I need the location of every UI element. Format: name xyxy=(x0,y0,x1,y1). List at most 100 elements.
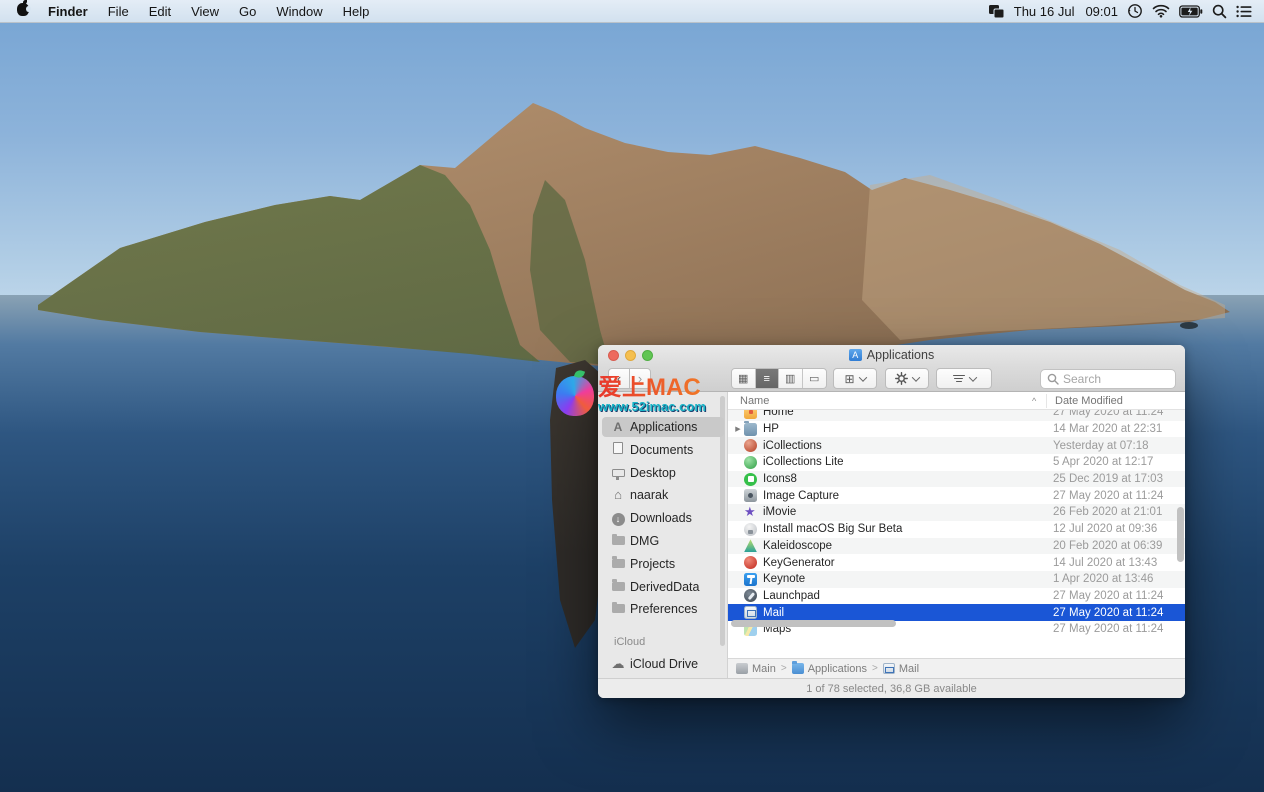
cloud-icon: ☁ xyxy=(610,656,626,672)
desktop-icon xyxy=(610,465,626,481)
path-separator: > xyxy=(781,663,787,674)
wifi-icon[interactable] xyxy=(1152,4,1170,18)
table-row[interactable]: KeyGenerator14 Jul 2020 at 13:43 xyxy=(728,554,1185,571)
status-text: 1 of 78 selected, 36,8 GB available xyxy=(806,683,977,695)
vertical-scrollbar[interactable] xyxy=(1177,507,1184,562)
gallery-view-button[interactable]: ▭ xyxy=(803,369,826,388)
search-field[interactable] xyxy=(1040,369,1176,389)
applications-icon: A xyxy=(610,419,626,435)
sidebar-item-dmg[interactable]: DMG xyxy=(602,531,724,551)
sidebar-item-label: Documents xyxy=(630,443,693,457)
notification-center-icon[interactable] xyxy=(1236,5,1252,18)
app-icollections-lite-icon xyxy=(744,456,757,469)
sidebar-item-downloads[interactable]: ↓Downloads xyxy=(602,508,724,528)
path-segment-label: Applications xyxy=(808,663,867,675)
horizontal-scrollbar[interactable] xyxy=(731,620,896,627)
sidebar-item-label: DerivedData xyxy=(630,580,699,594)
column-view-button[interactable]: ▥ xyxy=(779,369,803,388)
blue-folder-icon xyxy=(792,663,804,674)
file-name: iCollections Lite xyxy=(763,456,844,468)
sidebar-item-applications[interactable]: A Applications xyxy=(602,417,724,437)
sidebar-item-label: iCloud Drive xyxy=(630,657,698,671)
table-row[interactable]: Kaleidoscope20 Feb 2020 at 06:39 xyxy=(728,538,1185,555)
disclosure-triangle-icon[interactable]: ▶ xyxy=(732,425,744,433)
file-date-modified: 27 May 2020 at 11:24 xyxy=(1053,590,1163,602)
menu-bar-date[interactable]: Thu 16 Jul xyxy=(1014,4,1075,19)
menu-item-help[interactable]: Help xyxy=(333,1,380,22)
menu-bar: FinderFileEditViewGoWindowHelp Thu 16 Ju… xyxy=(0,0,1264,23)
icon-view-button[interactable]: ▦ xyxy=(732,369,756,388)
table-row[interactable]: iCollections Lite 5 Apr 2020 at 12:17 xyxy=(728,454,1185,471)
sidebar-item-preferences[interactable]: Preferences xyxy=(602,599,724,619)
menu-item-window[interactable]: Window xyxy=(266,1,332,22)
file-date-modified: 26 Feb 2020 at 21:01 xyxy=(1053,506,1162,518)
table-row[interactable]: Install macOS Big Sur Beta12 Jul 2020 at… xyxy=(728,521,1185,538)
column-divider[interactable] xyxy=(1046,394,1047,408)
time-machine-icon[interactable] xyxy=(1127,3,1143,19)
minimize-button[interactable] xyxy=(625,350,636,361)
file-date-modified: 25 Dec 2019 at 17:03 xyxy=(1053,473,1163,485)
table-row[interactable]: iMovie 26 Feb 2020 at 21:01 xyxy=(728,504,1185,521)
search-input[interactable] xyxy=(1063,372,1169,386)
sidebar-item-projects[interactable]: Projects xyxy=(602,554,724,574)
battery-charging-icon[interactable] xyxy=(1179,5,1203,18)
file-name: Icons8 xyxy=(763,473,797,485)
file-name: iCollections xyxy=(763,440,822,452)
apple-logo-icon xyxy=(17,3,29,16)
menu-item-view[interactable]: View xyxy=(181,1,229,22)
path-segment-applications[interactable]: Applications xyxy=(792,663,867,675)
window-title-group: Applications xyxy=(849,348,934,362)
table-row[interactable]: Home27 May 2020 at 11:24 xyxy=(728,410,1185,421)
sidebar-item-label: Projects xyxy=(630,557,675,571)
chevron-down-icon xyxy=(858,373,866,381)
sidebar-item-label: Preferences xyxy=(630,602,697,616)
list-view-button[interactable]: ≡ xyxy=(756,369,780,388)
zoom-button[interactable] xyxy=(642,350,653,361)
sidebar-item-documents[interactable]: Documents xyxy=(602,440,724,460)
menu-item-file[interactable]: File xyxy=(98,1,139,22)
displays-icon[interactable] xyxy=(988,4,1005,19)
action-button[interactable] xyxy=(885,368,929,389)
menu-item-go[interactable]: Go xyxy=(229,1,266,22)
spotlight-icon[interactable] xyxy=(1212,4,1227,19)
table-row[interactable]: Launchpad27 May 2020 at 11:24 xyxy=(728,588,1185,605)
table-row[interactable]: Mail27 May 2020 at 11:24 xyxy=(728,604,1185,621)
sidebar-item-desktop[interactable]: Desktop xyxy=(602,463,724,483)
app-imovie-icon xyxy=(744,506,757,519)
status-bar: 1 of 78 selected, 36,8 GB available xyxy=(598,678,1185,698)
table-row[interactable]: Keynote1 Apr 2020 at 13:46 xyxy=(728,571,1185,588)
file-date-modified: 27 May 2020 at 11:24 xyxy=(1053,607,1163,619)
traffic-lights xyxy=(608,350,653,361)
file-date-modified: 14 Mar 2020 at 22:31 xyxy=(1053,423,1162,435)
close-button[interactable] xyxy=(608,350,619,361)
column-header-date-modified[interactable]: Date Modified xyxy=(1055,395,1123,407)
file-name: iMovie xyxy=(763,506,796,518)
table-row[interactable]: iCollectionsYesterday at 07:18 xyxy=(728,437,1185,454)
column-header-name[interactable]: Name xyxy=(740,395,769,407)
group-button[interactable]: ⊞ xyxy=(833,368,877,389)
menu-item-edit[interactable]: Edit xyxy=(139,1,181,22)
folder-icon xyxy=(610,556,626,572)
sidebar-item-deriveddata[interactable]: DerivedData xyxy=(602,577,724,597)
sort-button[interactable] xyxy=(936,368,992,389)
table-row[interactable]: Icons8 25 Dec 2019 at 17:03 xyxy=(728,471,1185,488)
table-row[interactable]: ▶HP14 Mar 2020 at 22:31 xyxy=(728,421,1185,438)
sidebar-item-label: Applications xyxy=(630,420,697,434)
apple-menu[interactable] xyxy=(8,3,38,19)
path-separator: > xyxy=(872,663,878,674)
menu-item-finder[interactable]: Finder xyxy=(38,1,98,22)
group-icon: ⊞ xyxy=(844,372,854,386)
table-row[interactable]: Image Capture27 May 2020 at 11:24 xyxy=(728,487,1185,504)
title-bar[interactable]: Applications xyxy=(598,345,1185,365)
path-segment-mail[interactable]: Mail xyxy=(883,663,919,675)
app-kaleidoscope-icon xyxy=(744,539,757,552)
sidebar-item-naarak[interactable]: ⌂naarak xyxy=(602,485,724,505)
file-date-modified: 5 Apr 2020 at 12:17 xyxy=(1053,456,1153,468)
path-segment-main[interactable]: Main xyxy=(736,663,776,675)
app-launchpad-icon xyxy=(744,589,757,602)
menu-bar-clock[interactable]: 09:01 xyxy=(1085,4,1118,19)
app-icons8-icon xyxy=(744,473,757,486)
app-mail-icon xyxy=(744,606,757,619)
chevron-down-icon xyxy=(912,373,920,381)
sidebar-item-icloud-drive[interactable]: ☁ iCloud Drive xyxy=(602,654,724,674)
